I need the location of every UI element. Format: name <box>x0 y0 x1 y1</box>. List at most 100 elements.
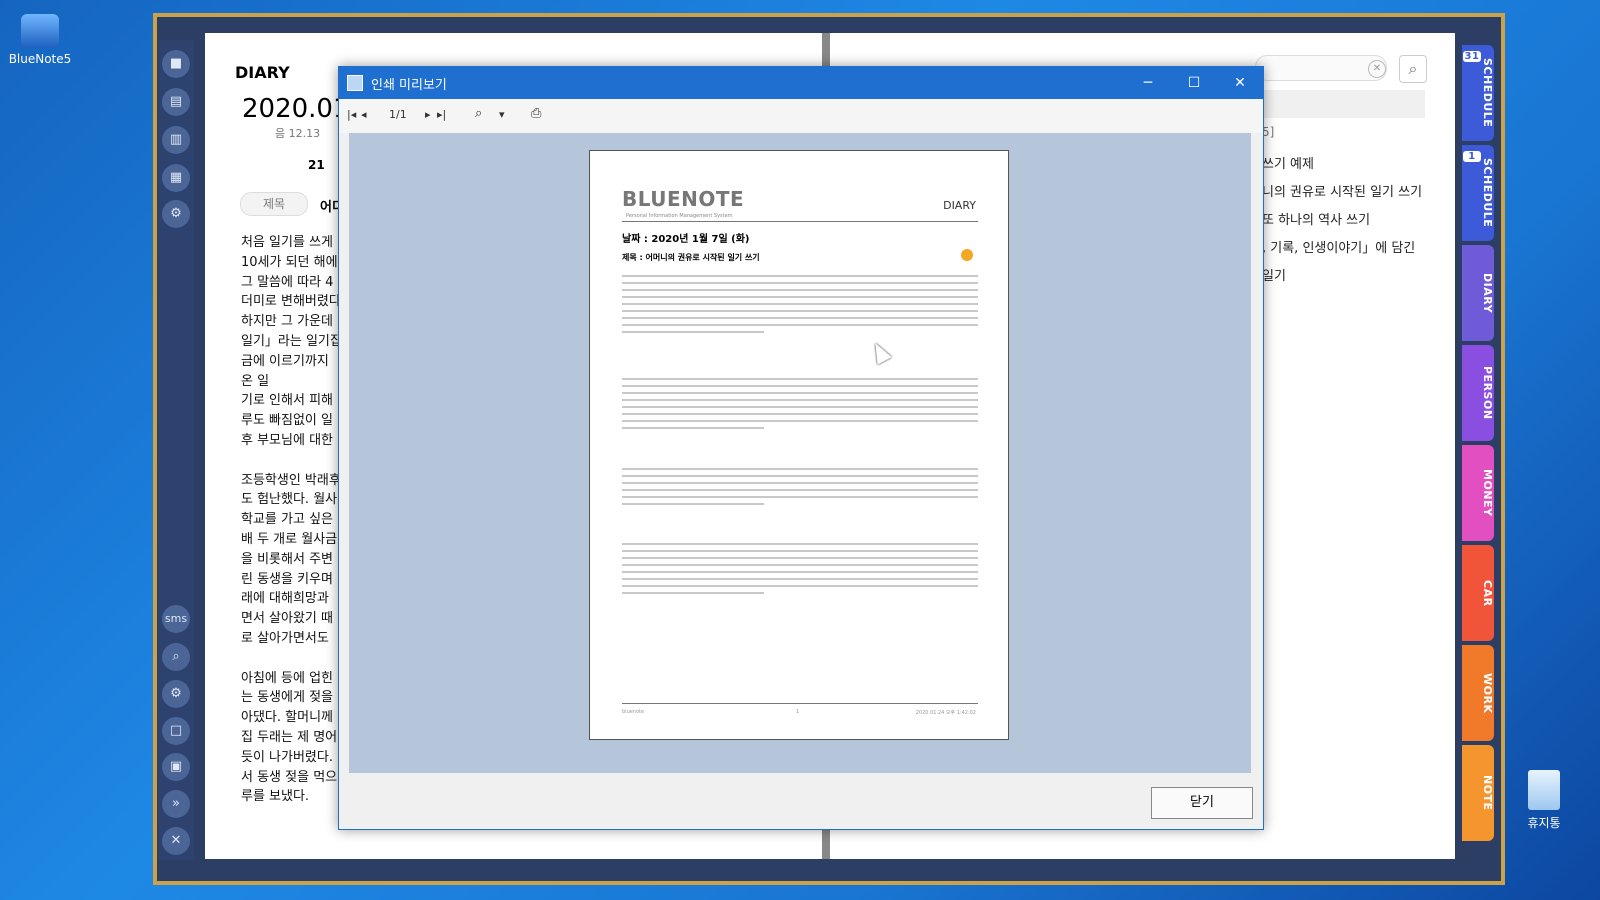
recycle-bin-icon <box>1528 770 1560 810</box>
diary-line: 아댔다. 할머니께 <box>241 710 333 726</box>
doc-footer-left: bluenote <box>622 709 645 715</box>
tab-note[interactable]: NOTE <box>1462 745 1494 841</box>
diary-line: 는 동생에게 젖을 <box>241 690 333 706</box>
entry-item[interactable]: , 기록, 인생이야기」에 담긴 <box>1262 237 1415 256</box>
minimize-button[interactable]: ─ <box>1125 67 1171 99</box>
diary-line: 일기」라는 일기집 <box>241 334 342 349</box>
entry-item[interactable]: 또 하나의 역사 쓰기 <box>1262 209 1370 228</box>
print-preview-dialog: 인쇄 미리보기 ─ ☐ ✕ |◂ ◂ 1/1 ▸ ▸| ⌕ ▾ ⎙ BLUENO… <box>338 66 1264 830</box>
entry-item[interactable]: 니의 권유로 시작된 일기 쓰기 <box>1262 181 1422 200</box>
text-line <box>622 317 978 319</box>
diary-day: 21 <box>308 158 325 172</box>
doc-footer-page: 1 <box>796 709 800 715</box>
text-line <box>622 496 978 498</box>
lunar-date: 음 12.13 <box>275 127 321 140</box>
diary-date: 2020.01 <box>242 94 350 124</box>
close-button[interactable]: 닫기 <box>1151 787 1253 819</box>
print-icon[interactable]: ⎙ <box>531 106 541 121</box>
tab-label: WORK <box>1481 672 1494 714</box>
desktop-icon-recycle-bin[interactable]: 휴지통 <box>1504 770 1584 831</box>
tab-label: CAR <box>1481 579 1494 607</box>
tab-label: MONEY <box>1481 469 1494 517</box>
tab-label: NOTE <box>1481 775 1494 811</box>
text-line <box>622 557 978 559</box>
diary-line: 더미로 변해버렸다 <box>241 294 341 310</box>
entry-item[interactable]: 일기 <box>1262 265 1286 284</box>
tab-person[interactable]: PERSON <box>1462 345 1494 441</box>
close-window-button[interactable]: ✕ <box>1217 67 1263 99</box>
text-line <box>622 578 978 580</box>
gears-icon[interactable]: ⚙ <box>162 680 190 708</box>
prev-page-icon[interactable]: ◂ <box>361 108 367 121</box>
left-toolbar: ■ ▤ ▥ ▦ ⚙ sms ⌕ ⚙ □ ▣ » ✕ <box>158 40 194 860</box>
text-line <box>622 427 765 429</box>
text-line <box>622 550 978 552</box>
doc-footer-right: 2020.01.24 오후 1:42:02 <box>915 710 976 716</box>
last-page-icon[interactable]: ▸| <box>437 108 446 121</box>
entry-item[interactable]: 쓰기 예제 <box>1262 153 1314 172</box>
book-icon[interactable]: ▥ <box>162 126 190 154</box>
text-line <box>622 296 978 298</box>
tab-label: PERSON <box>1481 366 1494 420</box>
text-line <box>622 399 978 401</box>
text-line <box>622 489 978 491</box>
preview-toolbar: |◂ ◂ 1/1 ▸ ▸| ⌕ ▾ ⎙ <box>339 99 1263 133</box>
tab-work[interactable]: WORK <box>1462 645 1494 741</box>
doc-paragraph <box>622 378 978 434</box>
diary-line: 온 일 <box>241 373 270 389</box>
diary-line: 기로 인해서 피해 <box>241 393 333 409</box>
book-icon[interactable]: ▦ <box>162 164 190 192</box>
text-line <box>622 585 978 587</box>
title-tab[interactable]: 제목 <box>240 192 308 216</box>
doc-header-rule <box>622 221 978 222</box>
sms-icon[interactable]: sms <box>162 605 190 633</box>
diary-line: 을 비롯해서 주변 <box>241 551 333 567</box>
square-icon[interactable]: □ <box>162 717 190 745</box>
diary-line: 로 살아가면서도 <box>241 631 329 646</box>
square-icon[interactable]: ▣ <box>162 753 190 781</box>
tab-label: SCHEDULE <box>1481 58 1494 128</box>
weather-sun-icon <box>961 249 973 261</box>
diary-line: 집 두래는 제 명어 <box>241 730 338 745</box>
tab-label: DIARY <box>1481 272 1494 314</box>
tab-money[interactable]: MONEY <box>1462 445 1494 541</box>
preview-area[interactable]: BLUENOTE Personal Information Management… <box>349 133 1251 773</box>
title-tab-label: 제목 <box>262 197 286 211</box>
doc-paragraph <box>622 275 978 338</box>
diary-line: 듯이 나가버렸다. <box>241 749 333 765</box>
search-icon[interactable]: ⌕ <box>1399 55 1427 83</box>
maximize-button[interactable]: ☐ <box>1171 67 1217 99</box>
diary-line: 하지만 그 가운데 <box>241 314 333 330</box>
gear-icon[interactable]: ⚙ <box>162 200 190 228</box>
text-line <box>622 420 978 422</box>
diary-line: 학교를 가고 싶은 <box>241 512 333 528</box>
text-line <box>622 378 978 380</box>
book-icon[interactable]: ▤ <box>162 88 190 116</box>
text-line <box>622 413 978 415</box>
clear-icon[interactable]: ✕ <box>1368 60 1386 78</box>
dialog-titlebar[interactable]: 인쇄 미리보기 ─ ☐ ✕ <box>339 67 1263 99</box>
diary-line: 아침에 등에 업힌 <box>241 670 333 686</box>
list-header-bar <box>1255 90 1425 118</box>
lock-icon[interactable]: ■ <box>162 50 190 78</box>
tab-schedule[interactable]: SCHEDULE 1 <box>1462 145 1494 241</box>
next-page-icon[interactable]: ▸ <box>425 108 431 121</box>
search-icon[interactable]: ⌕ <box>162 643 190 671</box>
printer-icon <box>347 75 363 91</box>
document-page: BLUENOTE Personal Information Management… <box>589 150 1009 740</box>
chevron-double-down-icon[interactable]: » <box>162 790 190 818</box>
desktop-icon-label: BlueNote5 <box>8 52 72 66</box>
first-page-icon[interactable]: |◂ <box>347 108 356 121</box>
dialog-title: 인쇄 미리보기 <box>371 78 447 93</box>
text-line <box>622 543 978 545</box>
tab-car[interactable]: CAR <box>1462 545 1494 641</box>
doc-paragraph <box>622 543 978 599</box>
doc-brand: BLUENOTE <box>622 187 745 211</box>
close-icon[interactable]: ✕ <box>162 827 190 855</box>
desktop-icon-bluenote5[interactable]: BlueNote5 <box>0 14 80 66</box>
tab-schedule[interactable]: SCHEDULE 31 <box>1462 45 1494 141</box>
text-line <box>622 282 978 284</box>
tab-diary[interactable]: DIARY <box>1462 245 1494 341</box>
zoom-dropdown-icon[interactable]: ▾ <box>499 108 505 121</box>
zoom-icon[interactable]: ⌕ <box>475 106 482 121</box>
